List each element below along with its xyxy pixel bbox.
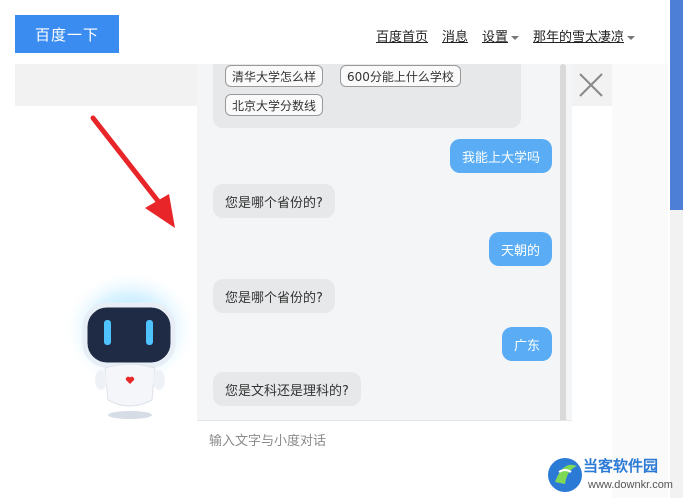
suggestion-chip[interactable]: 清华大学怎么样 (225, 65, 324, 87)
nav-user[interactable]: 那年的雪太凄凉 (533, 26, 636, 45)
suggestion-chip[interactable]: 北京大学分数线 (225, 94, 324, 116)
chat-input-area (197, 420, 572, 499)
header-strip (15, 64, 197, 106)
bot-message: 您是哪个省份的? (213, 184, 335, 218)
close-icon (579, 73, 603, 97)
nav-user-label: 那年的雪太凄凉 (533, 30, 625, 45)
suggestion-chip[interactable]: 600分能上什么学校 (340, 65, 461, 87)
watermark-url: www.downkr.com (588, 479, 673, 491)
search-button[interactable]: 百度一下 (15, 15, 119, 53)
nav-baidu-home[interactable]: 百度首页 (376, 26, 428, 45)
nav-settings-label: 设置 (482, 30, 509, 45)
chat-scrollbar[interactable] (560, 64, 566, 424)
chevron-down-icon (511, 35, 520, 40)
user-message: 我能上大学吗 (449, 139, 552, 173)
chevron-down-icon (627, 35, 636, 40)
xiaodu-robot-mascot (62, 275, 198, 419)
page-scrollbar-thumb[interactable] (670, 0, 683, 210)
watermark-title: 当客软件园 (583, 457, 659, 475)
nav-settings[interactable]: 设置 (482, 26, 520, 45)
chat-input[interactable] (207, 433, 551, 450)
user-message: 天朝的 (488, 232, 552, 266)
bot-message: 您是文科还是理科的? (213, 372, 361, 406)
bot-message: 您是哪个省份的? (213, 279, 335, 313)
side-panel (612, 64, 668, 498)
nav-messages[interactable]: 消息 (442, 26, 468, 45)
red-arrow-annotation (90, 115, 175, 228)
user-message: 广东 (501, 327, 552, 361)
top-nav: 百度首页 消息 设置 那年的雪太凄凉 (376, 26, 649, 45)
suggestion-bubble: 清华大学怎么样 600分能上什么学校 北京大学分数线 (213, 64, 521, 128)
close-button[interactable] (575, 67, 607, 103)
